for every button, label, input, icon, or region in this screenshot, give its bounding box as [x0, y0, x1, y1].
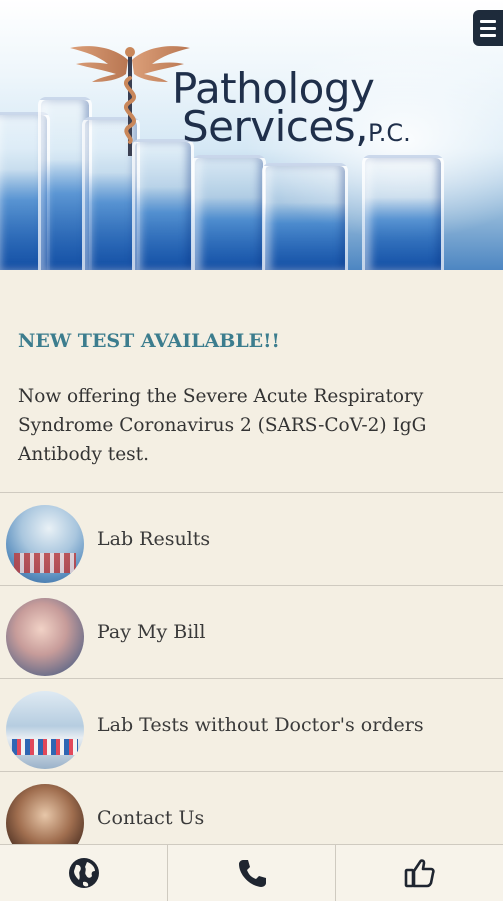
tab-website[interactable] [0, 845, 168, 901]
pay-bill-photo [6, 598, 84, 676]
test-tube-image [362, 155, 444, 270]
test-tube-image [262, 163, 348, 270]
menu-item-label: Pay My Bill [97, 621, 206, 643]
announcement-body: Now offering the Severe Acute Respirator… [18, 386, 427, 465]
tab-like[interactable] [336, 845, 503, 901]
tab-call[interactable] [168, 845, 336, 901]
menu-bar [480, 33, 496, 37]
menu-item-label: Contact Us [97, 807, 205, 829]
globe-icon [68, 858, 99, 888]
brand-suffix: P.C. [367, 119, 411, 147]
menu-item-lab-tests[interactable]: Lab Tests without Doctor's orders [0, 678, 503, 771]
thumbs-up-icon [404, 859, 435, 888]
menu-bar [480, 19, 496, 23]
lab-results-photo [6, 505, 84, 583]
header-banner: Pathology Services,P.C. [0, 0, 503, 270]
brand-name-line2: Services,P.C. [182, 102, 411, 151]
phone-icon [238, 860, 266, 887]
menu-bar [480, 26, 496, 30]
test-tube-image [132, 139, 194, 270]
test-tube-image [192, 155, 266, 270]
brand-name-services: Services, [182, 102, 368, 151]
menu-item-label: Lab Results [97, 528, 211, 550]
bottom-nav [0, 844, 503, 901]
menu-item-lab-results[interactable]: Lab Results [0, 492, 503, 585]
announcement-title: NEW TEST AVAILABLE!! [18, 330, 280, 352]
lab-tests-photo [6, 691, 84, 769]
hamburger-menu-icon[interactable] [473, 10, 503, 46]
main-menu: Lab Results Pay My Bill Lab Tests withou… [0, 492, 503, 864]
menu-item-label: Lab Tests without Doctor's orders [97, 714, 424, 736]
menu-item-pay-bill[interactable]: Pay My Bill [0, 585, 503, 678]
announcement: NEW TEST AVAILABLE!! Now offering the Se… [18, 330, 488, 469]
